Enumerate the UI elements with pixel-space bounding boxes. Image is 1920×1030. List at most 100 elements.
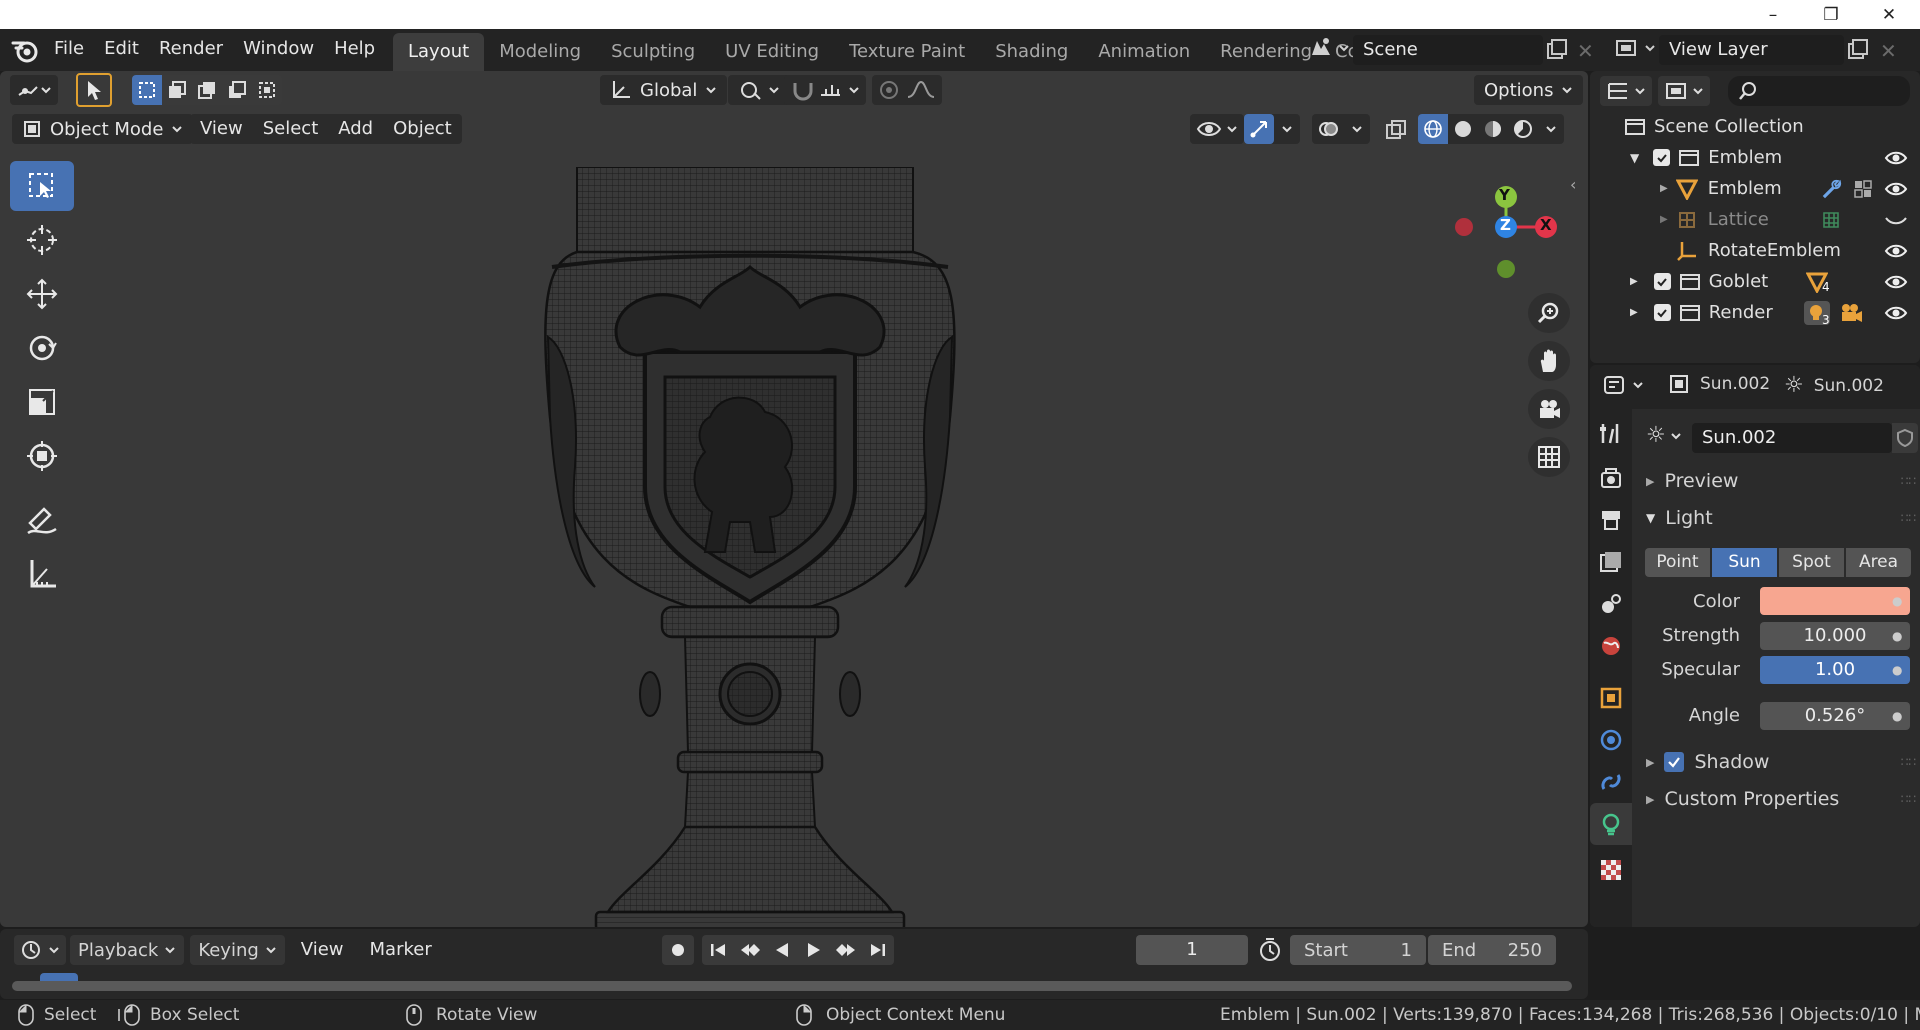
eye-icon[interactable] [1884,304,1908,322]
tool-transform[interactable] [10,431,74,481]
select-difference-button[interactable] [222,75,252,105]
light-type-area[interactable]: Area [1846,548,1911,577]
playback-menu[interactable]: Playback [70,935,185,965]
select-tool-button[interactable] [76,73,112,107]
menu-file[interactable]: File [44,34,94,64]
new-view-layer-icon[interactable] [1845,37,1871,63]
new-scene-icon[interactable] [1544,37,1570,63]
options-dropdown[interactable]: Options [1474,75,1584,105]
overlays-toggle-button[interactable] [1312,114,1344,144]
jump-start-button[interactable] [702,935,734,965]
select-extend-button[interactable] [162,75,192,105]
viewport-menu-view[interactable]: View [190,114,253,144]
light-datablock-browse[interactable]: ☼ [1646,423,1682,448]
minimize-button[interactable]: – [1744,0,1802,29]
eye-icon[interactable] [1884,242,1908,260]
xray-toggle-icon[interactable] [1384,118,1408,142]
proportional-editing-group[interactable] [872,75,942,105]
tool-measure[interactable] [10,549,74,599]
keyframe-dot-icon[interactable]: ● [1892,629,1902,643]
context-object[interactable]: Sun.002 [1668,373,1770,395]
tab-tool-icon[interactable] [1598,421,1624,447]
pivot-point-dropdown[interactable] [728,75,790,105]
visibility-dropdown[interactable] [1190,114,1244,144]
drag-handle-icon[interactable]: ∷∷ [1901,474,1916,488]
shading-solid-button[interactable] [1448,114,1478,144]
outliner-editor-type-button[interactable] [1600,76,1652,106]
tab-texture-icon[interactable] [1598,857,1624,883]
light-type-spot[interactable]: Spot [1779,548,1844,577]
pan-button[interactable] [1528,341,1570,381]
start-frame-field[interactable]: Start 1 [1290,935,1426,965]
view-layer-name-field[interactable]: View Layer [1659,35,1844,65]
tab-output-icon[interactable] [1598,507,1624,533]
tool-rotate[interactable] [10,323,74,373]
keyframe-dot-icon[interactable]: ● [1892,709,1902,723]
outliner-row-rotate-emblem[interactable]: RotateEmblem [1590,235,1920,266]
tab-object-icon[interactable] [1598,685,1624,711]
light-datablock-name-field[interactable]: Sun.002 [1692,423,1892,453]
collection-checkbox[interactable] [1653,304,1671,321]
collection-checkbox[interactable] [1653,273,1671,290]
maximize-button[interactable]: ❐ [1802,0,1860,29]
tool-select-box[interactable] [10,161,74,211]
next-keyframe-button[interactable] [830,935,862,965]
tab-scene-icon[interactable] [1598,591,1624,617]
shadow-checkbox[interactable] [1664,752,1685,772]
keying-menu[interactable]: Keying [190,935,285,965]
tab-view-layer-icon[interactable] [1598,549,1624,575]
prev-keyframe-button[interactable] [734,935,766,965]
shading-rendered-button[interactable] [1508,114,1538,144]
overlays-dropdown[interactable] [1344,114,1370,144]
tab-texture-paint[interactable]: Texture Paint [834,33,980,71]
collection-checkbox[interactable] [1653,149,1671,166]
shading-material-button[interactable] [1478,114,1508,144]
tab-animation[interactable]: Animation [1083,33,1205,71]
wrench-modifier-icon[interactable] [1820,178,1842,200]
keyframe-dot-icon[interactable]: ● [1892,594,1902,608]
viewport-menu-object[interactable]: Object [383,114,462,144]
angle-field[interactable]: 0.526° [1760,702,1910,730]
keyframe-dot-icon[interactable]: ● [1892,663,1902,677]
menu-render[interactable]: Render [149,34,233,64]
play-reverse-button[interactable] [766,935,798,965]
view-layer-selector-button[interactable] [1614,36,1656,60]
tab-uv-editing[interactable]: UV Editing [710,33,834,71]
goblet-wireframe-model[interactable] [540,167,960,927]
close-button[interactable]: ✕ [1860,0,1918,29]
tool-scale[interactable] [10,377,74,427]
lattice-data-icon[interactable] [1820,209,1842,231]
select-new-button[interactable] [132,75,162,105]
tab-shading[interactable]: Shading [980,33,1083,71]
display-mode-dropdown[interactable] [1658,76,1710,106]
record-button[interactable] [662,935,694,965]
drag-handle-icon[interactable]: ∷∷ [1901,792,1916,806]
tab-modeling[interactable]: Modeling [484,33,596,71]
tool-move[interactable] [10,269,74,319]
outliner-row-lattice[interactable]: ▶ Lattice [1590,204,1920,235]
transform-orientation-dropdown[interactable]: Global [600,75,728,105]
timeline-menu-view[interactable]: View [291,935,354,965]
scene-name-field[interactable]: Scene [1353,35,1543,65]
editor-type-button[interactable] [10,75,58,105]
eye-icon[interactable] [1884,149,1908,167]
play-button[interactable] [798,935,830,965]
fake-user-button[interactable] [1892,423,1918,453]
outliner-row-emblem-collection[interactable]: ▼ Emblem [1590,142,1920,173]
camera-view-button[interactable] [1528,389,1570,429]
eye-icon[interactable] [1884,273,1908,291]
expand-right-icon[interactable]: ▶ [1660,183,1668,194]
tab-world-icon[interactable] [1598,633,1624,659]
jump-end-button[interactable] [862,935,894,965]
properties-editor-type-button[interactable] [1602,373,1644,397]
tab-layout[interactable]: Layout [393,33,485,71]
tab-render-icon[interactable] [1598,465,1624,491]
3d-viewport[interactable]: Global Options Object Mode View Select A… [0,71,1588,927]
sidebar-toggle-icon[interactable]: ‹ [1570,175,1576,194]
drag-handle-icon[interactable]: ∷∷ [1901,755,1916,769]
mesh-data-icon[interactable] [1852,178,1874,200]
outliner-row-emblem-mesh[interactable]: ▶ Emblem [1590,173,1920,204]
viewport-menu-select[interactable]: Select [253,114,329,144]
tab-light-data[interactable] [1590,803,1632,845]
timeline-scrollbar[interactable] [12,981,1572,991]
